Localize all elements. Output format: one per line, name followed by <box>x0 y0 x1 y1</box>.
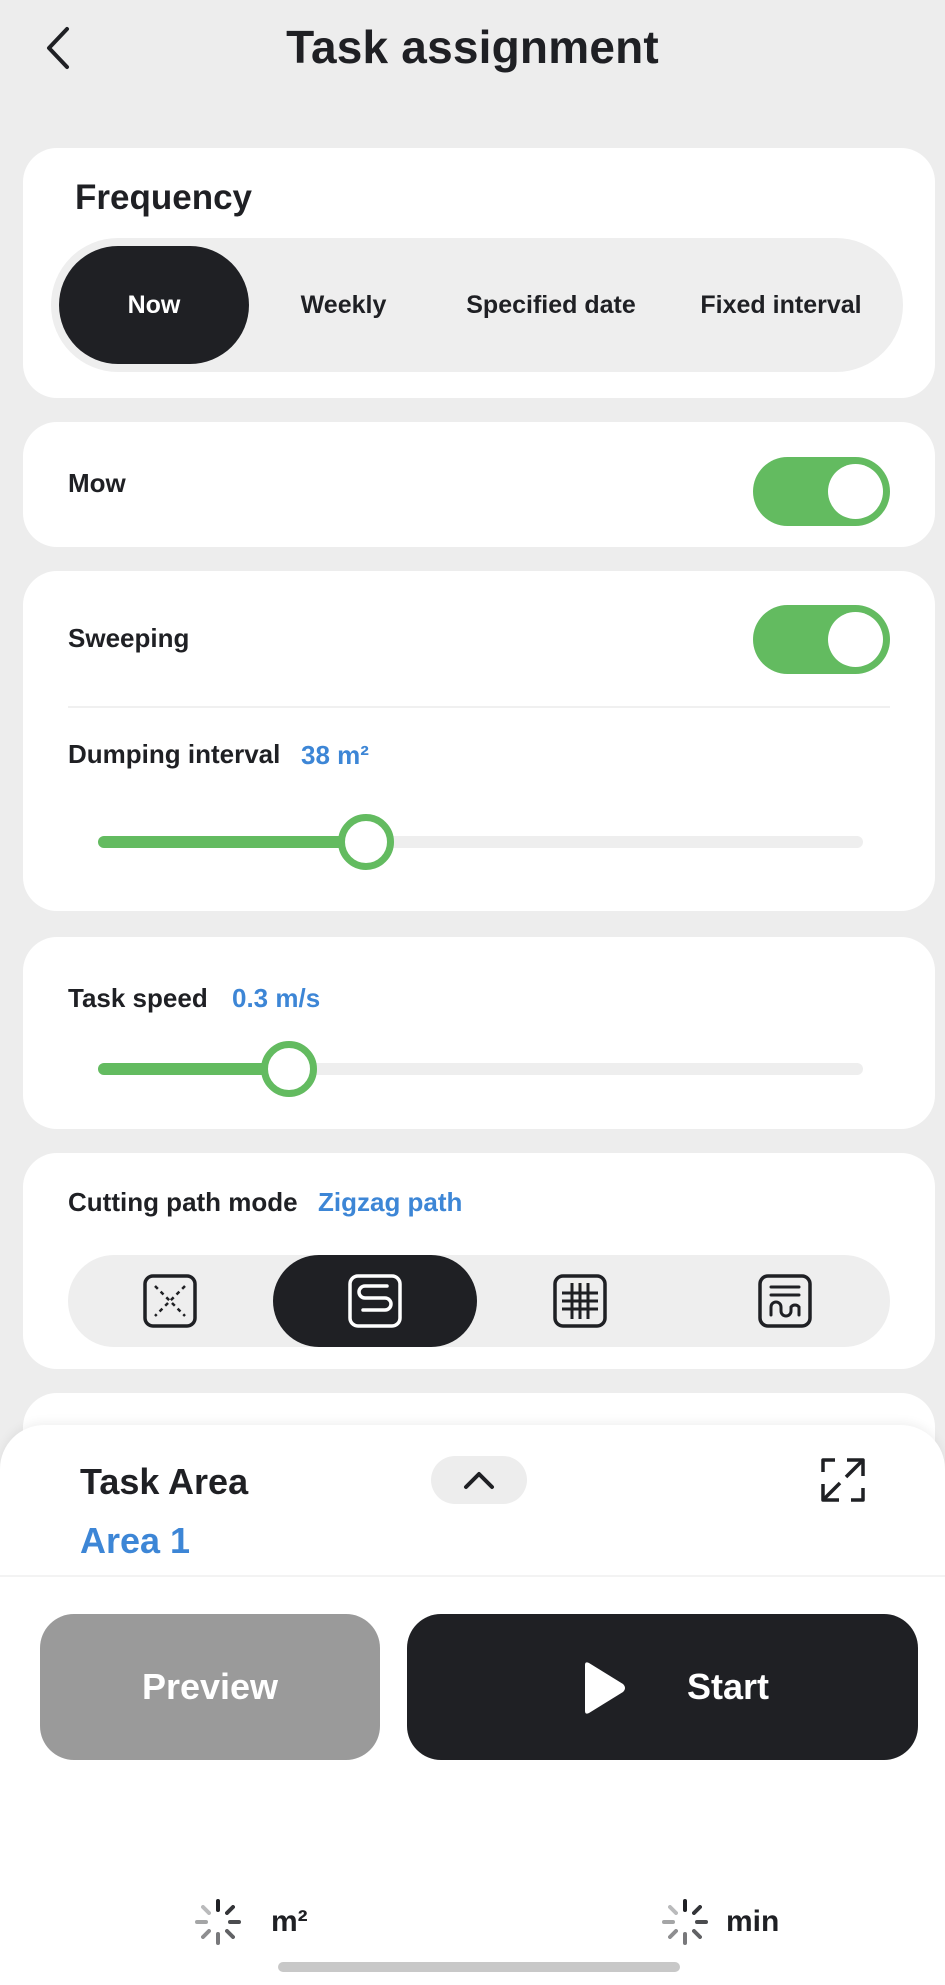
frequency-selector: Now Weekly Specified date Fixed interval <box>51 238 903 372</box>
path-option-zigzag[interactable] <box>273 1255 477 1347</box>
task-area-name[interactable]: Area 1 <box>80 1520 190 1562</box>
dumping-interval-label: Dumping interval <box>68 739 281 769</box>
frequency-option-now[interactable]: Now <box>59 246 249 364</box>
dumping-interval-slider[interactable] <box>98 814 863 870</box>
frequency-card: Frequency Now Weekly Specified date Fixe… <box>23 148 935 398</box>
time-estimate: min <box>660 1897 779 1947</box>
sweeping-label: Sweeping <box>68 623 190 653</box>
chevron-up-icon <box>464 1472 494 1489</box>
time-unit: min <box>726 1905 780 1938</box>
path-option-random[interactable] <box>68 1255 272 1347</box>
expand-map-button[interactable] <box>818 1455 868 1505</box>
toggle-knob <box>828 464 883 519</box>
mow-toggle[interactable] <box>753 457 890 526</box>
slider-thumb[interactable] <box>261 1041 318 1097</box>
start-button[interactable]: Start <box>407 1614 918 1760</box>
path-option-grid[interactable] <box>478 1255 682 1347</box>
area-estimate: m² <box>193 1897 308 1947</box>
dumping-interval-value: 38 m² <box>301 740 369 770</box>
task-area-sheet: Task Area Area 1 Preview Start m² min <box>0 1425 945 1985</box>
grid-path-icon <box>553 1274 607 1328</box>
mow-label: Mow <box>68 468 126 498</box>
frequency-option-weekly[interactable]: Weekly <box>251 246 436 364</box>
spiral-path-icon <box>758 1274 812 1328</box>
sweeping-card: Sweeping Dumping interval 38 m² <box>23 571 935 911</box>
path-option-spiral[interactable] <box>683 1255 887 1347</box>
divider <box>0 1575 945 1577</box>
cutting-path-value: Zigzag path <box>318 1187 463 1217</box>
task-speed-label: Task speed <box>68 983 208 1013</box>
slider-thumb[interactable] <box>337 814 394 870</box>
toggle-knob <box>828 612 883 667</box>
page-title: Task assignment <box>286 21 659 73</box>
task-speed-slider[interactable] <box>98 1041 863 1097</box>
frequency-option-specified-date[interactable]: Specified date <box>436 246 666 364</box>
loading-spinner-icon <box>662 1899 708 1945</box>
slider-fill <box>98 836 366 848</box>
expand-icon <box>821 1458 865 1502</box>
task-area-title: Task Area <box>80 1461 249 1502</box>
cutting-path-card: Cutting path mode Zigzag path <box>23 1153 935 1369</box>
zigzag-path-icon <box>348 1274 402 1328</box>
random-path-icon <box>143 1274 197 1328</box>
sweeping-toggle[interactable] <box>753 605 890 674</box>
task-speed-value: 0.3 m/s <box>232 983 321 1013</box>
sheet-collapse-button[interactable] <box>431 1456 527 1504</box>
frequency-title: Frequency <box>75 178 252 217</box>
task-speed-card: Task speed 0.3 m/s <box>23 937 935 1129</box>
cutting-path-label: Cutting path mode <box>68 1187 298 1217</box>
start-label: Start <box>687 1666 770 1707</box>
loading-spinner-icon <box>195 1899 241 1945</box>
preview-button[interactable]: Preview <box>40 1614 380 1760</box>
mow-card: Mow <box>23 422 935 547</box>
header: Task assignment <box>0 0 945 100</box>
divider <box>68 706 890 708</box>
play-icon <box>585 1662 625 1714</box>
frequency-option-fixed-interval[interactable]: Fixed interval <box>666 246 896 364</box>
home-indicator[interactable] <box>278 1962 680 1972</box>
area-unit: m² <box>271 1905 308 1938</box>
cutting-path-selector <box>68 1255 890 1347</box>
